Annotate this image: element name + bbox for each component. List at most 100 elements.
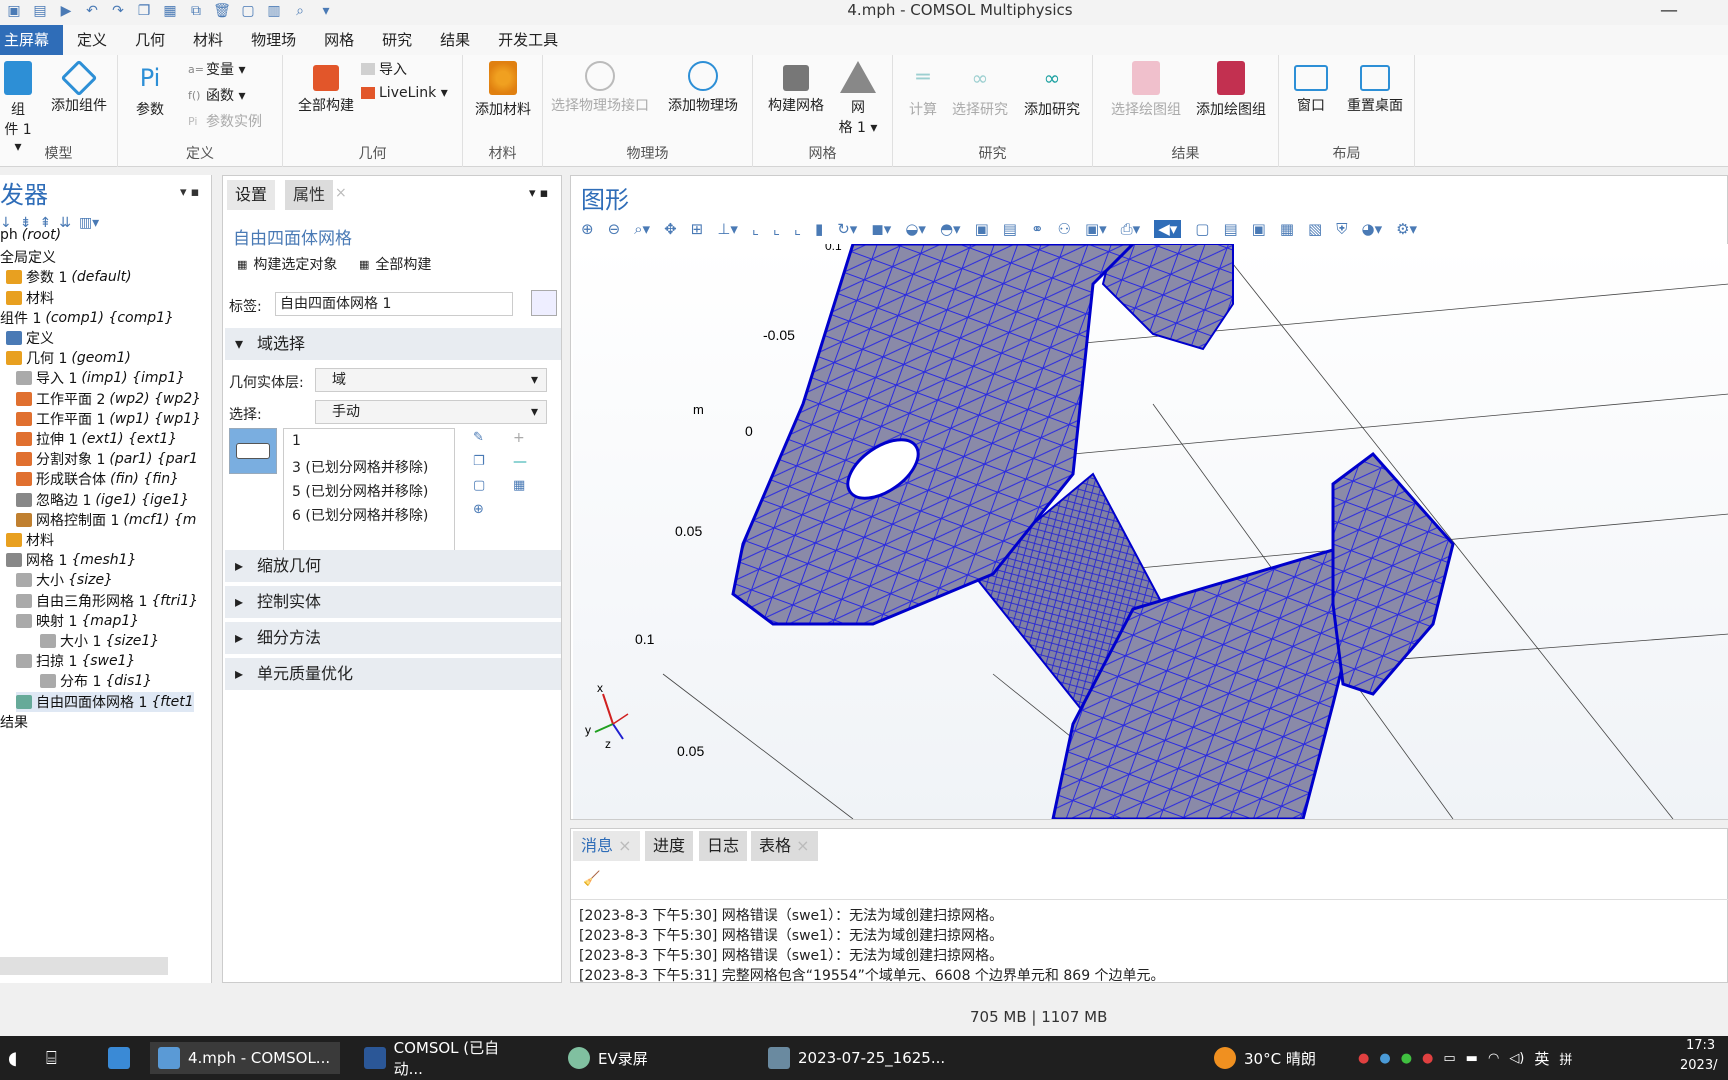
start-button[interactable]: ◖ <box>0 1042 25 1074</box>
add-plot-group-button[interactable]: 添加绘图组 <box>1189 61 1273 119</box>
copy-icon[interactable]: ❐ <box>134 1 154 21</box>
image-icon[interactable]: ⛨ <box>1336 220 1347 238</box>
build-mesh-button[interactable]: 构建网格 <box>763 61 829 115</box>
store-button[interactable] <box>100 1042 138 1074</box>
build-selected-button[interactable]: ▦ 构建选定对象 <box>237 254 337 274</box>
add-physics-button[interactable]: 添加物理场 <box>657 61 749 115</box>
tree-node[interactable]: 大小 {size} <box>16 570 113 590</box>
duplicate-icon[interactable]: ⧉ <box>186 1 206 21</box>
tree-node[interactable]: 分割对象 1 (par1) {par1 <box>16 449 198 469</box>
save-icon[interactable]: ▣ <box>4 1 24 21</box>
tree-node[interactable]: 工作平面 1 (wp1) {wp1} <box>16 409 201 429</box>
zoom-out-icon[interactable]: ⊖ <box>608 220 621 238</box>
select-plot-group-button[interactable]: 选择绘图组 <box>1107 61 1185 119</box>
save-as-icon[interactable]: ▤ <box>30 1 50 21</box>
clear-select-icon[interactable]: ▤ <box>1003 220 1017 238</box>
tree-node[interactable]: 网格 1 {mesh1} <box>6 550 137 570</box>
tab-progress[interactable]: 进度 <box>645 831 694 861</box>
tree-node[interactable]: 定义 <box>6 328 54 348</box>
tab-definitions[interactable]: 定义 <box>63 25 121 55</box>
tree-node[interactable]: 导入 1 (imp1) {imp1} <box>16 368 185 388</box>
view-3d-icon[interactable]: ▮ <box>815 220 823 238</box>
tab-messages[interactable]: 消息 × <box>573 831 640 861</box>
geometric-entity-level-select[interactable]: 域 <box>315 368 547 392</box>
tree-node[interactable]: 结果 <box>0 712 28 732</box>
select-box-icon[interactable]: ▣ <box>975 220 989 238</box>
color-icon[interactable]: ◕▾ <box>1361 220 1382 238</box>
tree-node[interactable]: 大小 1 {size1} <box>40 631 159 651</box>
tree-node[interactable]: 组件 1 (comp1) {comp1} <box>0 308 174 328</box>
weather-widget[interactable]: 30°C 晴朗 <box>1206 1042 1324 1074</box>
list-item[interactable]: 6 (已划分网格并移除) <box>292 505 428 525</box>
tab-geometry[interactable]: 几何 <box>121 25 179 55</box>
tree-node[interactable]: 拉伸 1 (ext1) {ext1} <box>16 429 177 449</box>
ime-indicator[interactable]: 英 <box>1534 1048 1549 1069</box>
add-study-button[interactable]: ∞ 添加研究 <box>1017 61 1087 119</box>
axis-orientation-icon[interactable]: ▧ <box>1308 220 1322 238</box>
view-yz-icon[interactable]: ⌞ <box>773 220 780 238</box>
select-study-button[interactable]: ∞ 选择研究 <box>947 61 1013 119</box>
select-all-icon[interactable]: ▣▾ <box>1085 220 1107 238</box>
print-icon[interactable]: ⎙▾ <box>1121 220 1141 238</box>
add-material-button[interactable]: 添加材料 <box>469 61 537 119</box>
component-button[interactable]: 组 件 1 ▾ <box>0 61 36 155</box>
tab-log[interactable]: 日志 <box>699 831 748 861</box>
section-element-quality-optimization[interactable]: ▸ 单元质量优化 <box>225 658 561 690</box>
panel-menu-icon[interactable]: ▾ ▪ <box>529 186 548 201</box>
volume-icon[interactable]: ◁) <box>1509 1051 1524 1066</box>
wireframe-icon[interactable]: ▢ <box>1195 220 1209 238</box>
import-button[interactable]: 导入 <box>361 59 407 79</box>
paste-icon[interactable]: ▦ <box>160 1 180 21</box>
build-all-button[interactable]: ▦ 全部构建 <box>359 254 431 274</box>
zoom-selected-icon[interactable]: ✥ <box>664 220 677 238</box>
view-options-icon[interactable]: ▥▾ <box>79 215 99 239</box>
scene-light-icon[interactable]: ▣ <box>1252 220 1266 238</box>
wifi-icon[interactable]: ◠ <box>1488 1051 1499 1066</box>
taskbar-app[interactable]: EV录屏 <box>560 1042 656 1074</box>
parameter-case-button[interactable]: Pi 参数实例 <box>188 111 262 131</box>
close-icon[interactable]: × <box>796 836 809 855</box>
tray-app-icon[interactable]: ● <box>1422 1051 1433 1066</box>
list-item[interactable]: 1 <box>292 433 301 449</box>
label-field[interactable]: 自由四面体网格 1 <box>275 292 513 316</box>
tray-app-icon[interactable]: ● <box>1379 1051 1390 1066</box>
selection-select[interactable]: 手动 <box>315 400 547 424</box>
undo-icon[interactable]: ↶ <box>82 1 102 21</box>
transparency-icon[interactable]: ◓▾ <box>940 220 961 238</box>
tree-node[interactable]: 分布 1 {dis1} <box>40 671 152 691</box>
tab-results[interactable]: 结果 <box>426 25 484 55</box>
tree-node[interactable]: 映射 1 {map1} <box>16 611 139 631</box>
create-selection-icon[interactable]: ▦ <box>513 478 525 493</box>
section-refinement-method[interactable]: ▸ 细分方法 <box>225 622 561 654</box>
delete-icon[interactable]: 🗑 <box>212 1 232 21</box>
add-component-button[interactable]: 添加组件 <box>44 59 114 115</box>
copy-selection-icon[interactable]: ❐ <box>473 454 485 469</box>
tree-node[interactable]: 参数 1 (default) <box>6 267 132 287</box>
tab-settings[interactable]: 设置 <box>227 180 276 210</box>
tree-node[interactable]: 全局定义 <box>0 247 56 267</box>
reset-desktop-button[interactable]: 重置桌面 <box>1339 61 1411 115</box>
tree-node[interactable]: 材料 <box>6 530 54 550</box>
remove-icon[interactable]: — <box>513 454 527 470</box>
active-toggle-button[interactable] <box>229 428 277 474</box>
section-scale-geometry[interactable]: ▸ 缩放几何 <box>225 550 561 582</box>
taskbar-app[interactable]: 4.mph - COMSOL... <box>150 1042 340 1074</box>
tree-node[interactable]: 几何 1 (geom1) <box>6 348 131 368</box>
view-xy-icon[interactable]: ⌞ <box>752 220 759 238</box>
clock-date[interactable]: 2023/ <box>1680 1058 1717 1073</box>
domain-list[interactable]: 1 3 (已划分网格并移除) 5 (已划分网格并移除) 6 (已划分网格并移除) <box>283 428 455 564</box>
taskbar-app[interactable]: COMSOL (已自动... <box>356 1039 534 1078</box>
tree-node[interactable]: 网格控制面 1 (mcf1) {m <box>16 510 196 530</box>
lights-icon[interactable]: ◒▾ <box>905 220 926 238</box>
section-control-entities[interactable]: ▸ 控制实体 <box>225 586 561 618</box>
tab-table[interactable]: 表格 × <box>751 831 818 861</box>
tab-study[interactable]: 研究 <box>368 25 426 55</box>
tree-node[interactable]: 工作平面 2 (wp2) {wp2} <box>16 389 201 409</box>
select-physics-interface-button[interactable]: 选择物理场接口 <box>547 61 653 115</box>
clear-selection-icon[interactable]: ▢ <box>473 478 485 493</box>
tree-node[interactable]: 形成联合体 (fin) {fin} <box>16 469 179 489</box>
paste-selection-icon[interactable]: ✎ <box>473 430 484 445</box>
tree-node[interactable]: 忽略边 1 (ige1) {ige1} <box>16 490 189 510</box>
tab-properties[interactable]: 属性 <box>285 180 334 210</box>
rotate-icon[interactable]: ↻▾ <box>837 220 857 238</box>
